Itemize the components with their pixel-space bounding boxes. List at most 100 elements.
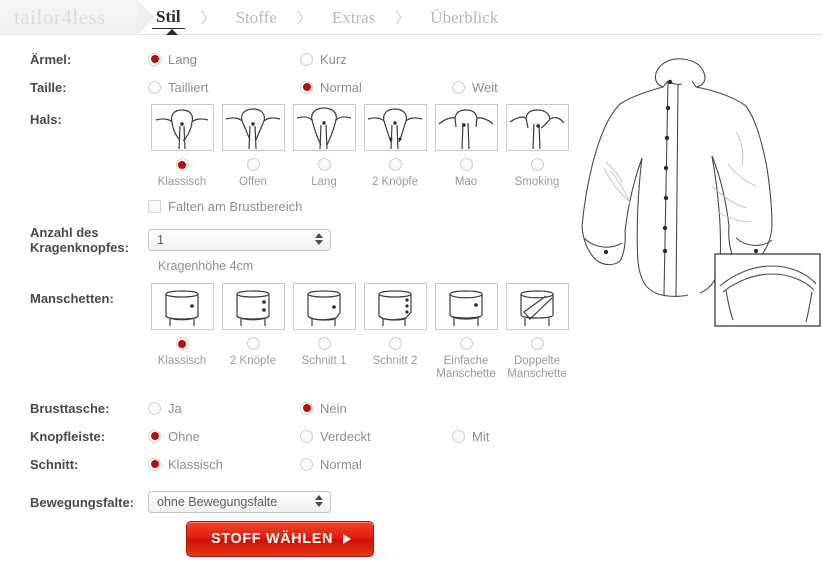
choose-fabric-button[interactable]: STOFF WÄHLEN — [185, 521, 375, 557]
shirt-line-drawing-icon — [581, 58, 821, 327]
radio-icon — [300, 52, 313, 66]
style-configurator-form: Ärmel: Lang Kurz Taille: Tailliert Norma… — [0, 36, 569, 564]
collar-option-2-knoepfe[interactable]: 2 Knöpfe — [361, 104, 429, 189]
nav-step-extras[interactable]: Extras — [328, 8, 379, 28]
nav-separator: 〉 — [395, 11, 411, 27]
radio-placket-mit[interactable]: Mit — [452, 429, 489, 444]
option-caption: 2 Knöpfe — [229, 355, 277, 367]
radio-label: Mit — [472, 428, 490, 444]
nav-step-stoffe[interactable]: Stoffe — [232, 8, 281, 28]
radio-label: Weit — [472, 79, 498, 95]
site-header: tailor4less Stil 〉 Stoffe 〉 Extras 〉 Übe… — [0, 0, 822, 35]
checkbox-chest-pleat[interactable]: Falten am Brustbereich — [148, 199, 302, 214]
row-back-pleat: Bewegungsfalte: ohne Bewegungsfalte — [30, 489, 560, 515]
nav-separator: 〉 — [200, 11, 216, 27]
option-caption: Klassisch — [157, 355, 207, 367]
radio-waist-weit[interactable]: Weit — [452, 80, 498, 95]
radio-icon — [300, 80, 313, 94]
radio-placket-ohne[interactable]: Ohne — [148, 429, 300, 444]
option-caption: Lang — [311, 176, 337, 188]
select-value: ohne Bewegungsfalte — [157, 495, 278, 509]
collar-height-note: Kragenhöhe 4cm — [158, 259, 254, 273]
collar-option-mao[interactable]: Mao — [432, 104, 500, 189]
label-line-1: Anzahl des — [30, 225, 99, 240]
radio-label: Tailliert — [168, 79, 209, 95]
radio-icon — [300, 457, 313, 471]
radio-sleeve-kurz[interactable]: Kurz — [300, 52, 347, 67]
option-caption: Schnitt 2 — [372, 355, 418, 367]
collar-option-lang[interactable]: Lang — [290, 104, 358, 189]
radio-icon — [452, 429, 465, 443]
option-caption: Einfache Manschette — [436, 355, 496, 380]
radio-icon[interactable] — [388, 158, 402, 171]
checkbox-label: Falten am Brustbereich — [168, 198, 303, 214]
collar-open-icon — [221, 104, 285, 151]
row-collar: Hals: Klassisch Offen Lang 2 Knöpfe Mao … — [30, 104, 569, 189]
radio-icon[interactable] — [317, 158, 331, 171]
radio-chest-pocket-ja[interactable]: Ja — [148, 401, 300, 416]
collar-option-offen[interactable]: Offen — [219, 104, 287, 189]
radio-sleeve-lang[interactable]: Lang — [148, 52, 300, 67]
radio-icon — [148, 80, 161, 94]
radio-waist-normal[interactable]: Normal — [300, 80, 452, 95]
row-fit: Schnitt: Klassisch Normal — [30, 451, 560, 477]
radio-fit-normal[interactable]: Normal — [300, 457, 362, 472]
collar-buttons-select[interactable]: 1 — [148, 229, 331, 251]
row-chest-pleat: Falten am Brustbereich — [30, 195, 560, 217]
nav-step-ueberblick[interactable]: Überblick — [426, 8, 502, 28]
radio-icon[interactable] — [317, 337, 331, 350]
radio-icon[interactable] — [246, 158, 260, 171]
label-sleeve: Ärmel: — [30, 51, 72, 67]
back-pleat-select[interactable]: ohne Bewegungsfalte — [148, 491, 331, 513]
cuff-option-einfache-manschette[interactable]: Einfache Manschette — [432, 283, 500, 381]
option-caption: Smoking — [514, 176, 560, 188]
radio-chest-pocket-nein[interactable]: Nein — [300, 401, 347, 416]
cuff-option-schnitt-1[interactable]: Schnitt 1 — [290, 283, 358, 381]
radio-label: Lang — [168, 51, 197, 67]
radio-icon[interactable] — [459, 158, 473, 171]
collar-option-klassisch[interactable]: Klassisch — [148, 104, 216, 189]
radio-label: Ohne — [168, 428, 200, 444]
label-placket: Knopfleiste: — [30, 428, 106, 444]
row-sleeve: Ärmel: Lang Kurz — [30, 46, 560, 72]
radio-icon[interactable] — [246, 337, 260, 350]
radio-waist-tailliert[interactable]: Tailliert — [148, 80, 300, 95]
radio-icon[interactable] — [459, 337, 473, 350]
cuff-option-klassisch[interactable]: Klassisch — [148, 283, 216, 381]
radio-icon — [148, 457, 161, 471]
radio-label: Klassisch — [168, 456, 223, 472]
brand-logo[interactable]: tailor4less — [0, 0, 155, 35]
option-caption: Mao — [454, 176, 478, 188]
radio-icon — [300, 401, 313, 415]
active-step-caret-icon — [166, 29, 178, 35]
cuff-classic-icon — [150, 283, 214, 330]
row-collar-buttons: Anzahl des Kragenknopfes: 1 — [30, 223, 560, 257]
nav-step-stil[interactable]: Stil — [152, 7, 185, 29]
radio-icon — [148, 52, 161, 66]
label-collar: Hals: — [30, 112, 62, 127]
radio-label: Nein — [320, 400, 347, 416]
collar-long-icon — [292, 104, 356, 151]
radio-icon[interactable] — [388, 337, 402, 350]
radio-fit-klassisch[interactable]: Klassisch — [148, 457, 300, 472]
radio-icon[interactable] — [175, 158, 189, 171]
nav-separator: 〉 — [296, 11, 312, 27]
cuff-option-2-knoepfe[interactable]: 2 Knöpfe — [219, 283, 287, 381]
checkbox-icon — [148, 199, 161, 213]
cuff-cut1-icon — [292, 283, 356, 330]
radio-icon — [452, 80, 465, 94]
row-cuffs: Manschetten: Klassisch 2 Knöpfe Schnitt … — [30, 283, 569, 381]
radio-label: Verdeckt — [320, 428, 371, 444]
option-caption: Offen — [239, 176, 267, 188]
radio-icon[interactable] — [530, 158, 544, 171]
shirt-preview — [560, 40, 822, 350]
cuff-option-schnitt-2[interactable]: Schnitt 2 — [361, 283, 429, 381]
radio-icon[interactable] — [175, 337, 189, 350]
cta-label: STOFF WÄHLEN — [210, 531, 334, 547]
radio-placket-verdeckt[interactable]: Verdeckt — [300, 429, 452, 444]
play-arrow-icon — [343, 534, 352, 544]
radio-icon[interactable] — [530, 337, 544, 350]
label-back-pleat: Bewegungsfalte: — [30, 494, 135, 510]
cuff-cut2-icon — [363, 283, 427, 330]
cuff-two-button-icon — [221, 283, 285, 330]
